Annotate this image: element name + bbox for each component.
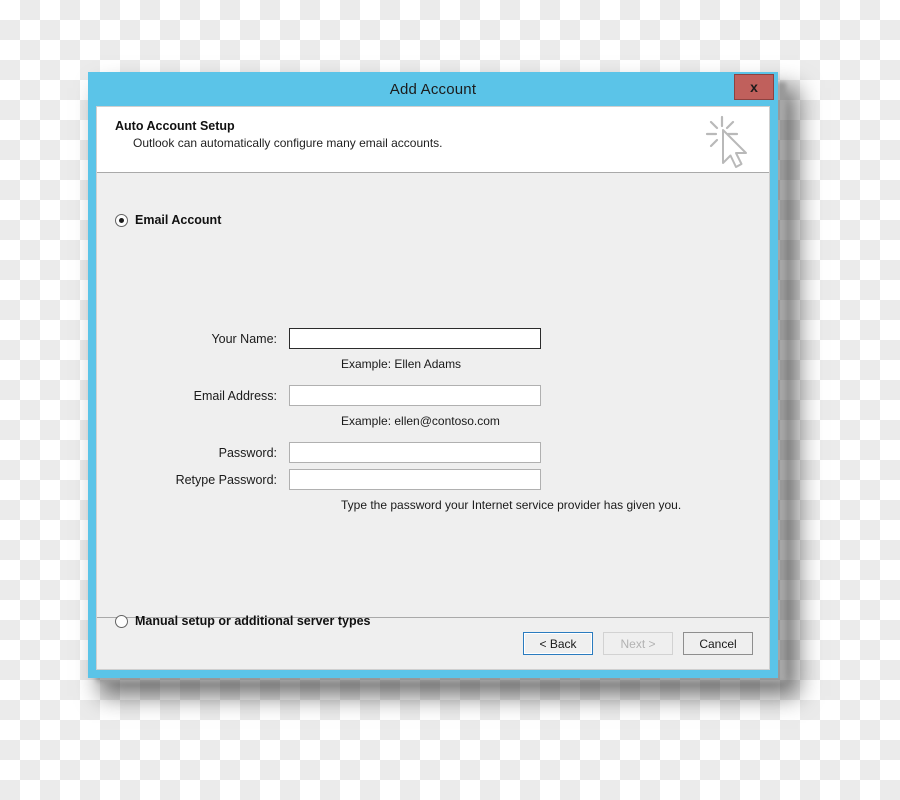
next-button: Next >	[603, 632, 673, 655]
dialog-client-area: Auto Account Setup Outlook can automatic…	[96, 106, 770, 670]
hint-email-address: Example: ellen@contoso.com	[341, 414, 500, 428]
mouse-cursor-click-icon	[703, 113, 755, 169]
password-input[interactable]	[289, 442, 541, 463]
field-row-password: Password:	[97, 439, 769, 466]
back-button[interactable]: < Back	[523, 632, 593, 655]
radio-indicator-email-account[interactable]	[115, 213, 128, 227]
retype-password-input[interactable]	[289, 469, 541, 490]
field-row-email-address: Email Address:	[97, 382, 769, 409]
hint-password: Type the password your Internet service …	[341, 498, 682, 512]
cancel-button[interactable]: Cancel	[683, 632, 753, 655]
radio-email-account[interactable]: Email Account	[115, 213, 221, 227]
label-retype-password: Retype Password:	[175, 472, 277, 487]
page-subtitle: Outlook can automatically configure many…	[133, 136, 443, 150]
label-password: Password:	[218, 445, 277, 460]
hint-your-name: Example: Ellen Adams	[341, 357, 462, 371]
label-your-name: Your Name:	[211, 331, 277, 346]
your-name-input[interactable]	[289, 328, 541, 349]
dialog-titlebar: Add Account x	[88, 72, 778, 106]
field-row-retype-password: Retype Password:	[97, 466, 769, 493]
radio-manual-setup[interactable]: Manual setup or additional server types	[115, 614, 370, 628]
close-icon: x	[750, 79, 758, 95]
dialog-header: Auto Account Setup Outlook can automatic…	[97, 107, 769, 173]
page-title: Auto Account Setup	[115, 119, 235, 133]
field-row-your-name: Your Name:	[97, 325, 769, 352]
radio-label-email-account: Email Account	[135, 213, 222, 227]
radio-indicator-manual-setup[interactable]	[115, 614, 128, 628]
close-button[interactable]: x	[734, 74, 774, 100]
account-form: Your Name: Example: Ellen Adams Email Ad…	[97, 325, 769, 517]
label-email-address: Email Address:	[193, 388, 277, 403]
dialog-title: Add Account	[389, 80, 477, 98]
radio-label-manual-setup: Manual setup or additional server types	[135, 614, 371, 628]
add-account-dialog: Add Account x Auto Account Setup Outlook…	[88, 72, 778, 678]
dialog-body: Email Account Your Name: Example: Ellen …	[97, 173, 769, 628]
email-address-input[interactable]	[289, 385, 541, 406]
